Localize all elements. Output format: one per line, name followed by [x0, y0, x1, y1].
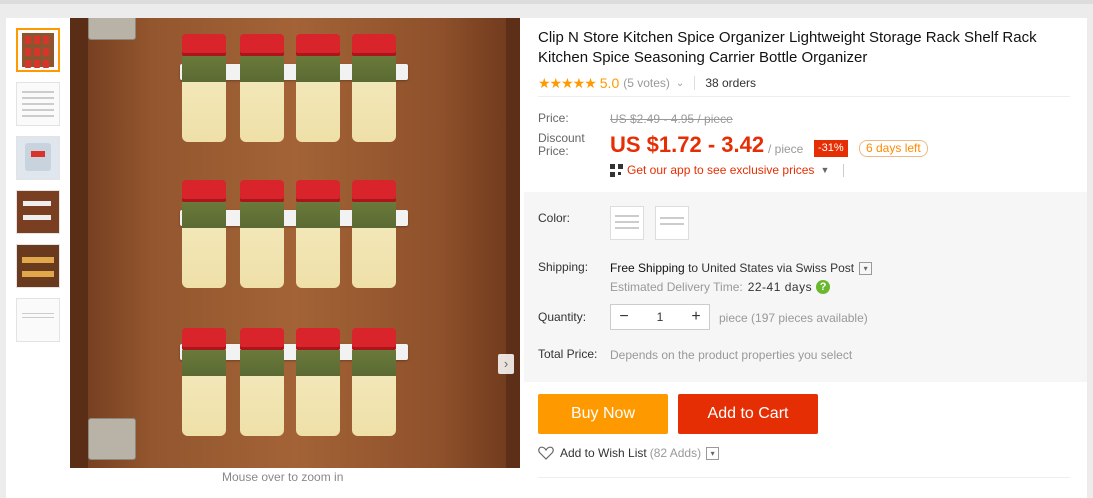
heart-icon — [538, 446, 554, 460]
thumbnail-3[interactable] — [16, 136, 60, 180]
thumbnail-list — [16, 28, 62, 352]
hinge — [88, 418, 136, 460]
spice-jar — [352, 180, 396, 288]
chevron-down-icon[interactable]: ⌄ — [676, 78, 684, 89]
hinge — [88, 18, 136, 40]
eta-label: Estimated Delivery Time: — [610, 280, 743, 294]
caret-down-icon: ▼ — [820, 165, 830, 175]
shipping-dropdown-icon[interactable]: ▾ — [859, 261, 873, 275]
rating-row: ★★★★★ 5.0 (5 votes) ⌄ 38 orders — [538, 74, 1070, 92]
thumbnail-image — [22, 33, 54, 68]
order-count: 38 orders — [705, 76, 757, 90]
product-info: Clip N Store Kitchen Spice Organizer Lig… — [538, 28, 1070, 177]
star-rating-icon: ★★★★★ — [538, 74, 597, 91]
increase-quantity-button[interactable]: + — [683, 308, 709, 326]
discount-badge: -31% — [814, 140, 848, 157]
thumbnail-5[interactable] — [16, 244, 60, 288]
top-strip — [0, 0, 1093, 4]
quantity-label: Quantity: — [538, 310, 587, 324]
spice-jar — [296, 328, 340, 436]
spice-jar — [352, 34, 396, 142]
divider — [538, 477, 1070, 478]
eta-days: 22-41 days — [747, 280, 813, 294]
vote-count[interactable]: (5 votes) — [623, 76, 670, 90]
door-edge — [70, 18, 88, 468]
decrease-quantity-button[interactable]: − — [611, 308, 637, 326]
spice-jar — [182, 34, 226, 142]
app-promo-link[interactable]: Get our app to see exclusive prices ▼ — [610, 163, 845, 177]
total-price-value: Depends on the product properties you se… — [610, 348, 853, 362]
wish-list-link[interactable]: Add to Wish List (82 Adds) ▾ — [538, 446, 720, 460]
days-left-badge: 6 days left — [859, 140, 928, 157]
free-shipping-text: Free Shipping — [610, 261, 685, 275]
divider — [843, 163, 845, 177]
spice-jar — [240, 34, 284, 142]
spice-jar — [182, 328, 226, 436]
spice-jar — [296, 180, 340, 288]
thumbnail-2[interactable] — [16, 82, 60, 126]
wish-count: (82 Adds) — [649, 446, 702, 460]
next-image-arrow-icon[interactable]: › — [498, 354, 514, 374]
shipping-destination: to United States via Swiss Post — [688, 261, 855, 275]
shipping-label: Shipping: — [538, 260, 589, 274]
price-unit: / piece — [768, 142, 804, 156]
discount-label: Discount — [538, 131, 585, 145]
spice-jar — [296, 34, 340, 142]
discount-label-price: Price: — [538, 144, 569, 158]
delivery-estimate: Estimated Delivery Time: 22-41 days ? — [610, 280, 831, 294]
quantity-stepper: − 1 + — [610, 304, 710, 330]
spice-jar — [182, 180, 226, 288]
divider — [538, 96, 1070, 97]
divider — [694, 76, 696, 90]
shipping-info: Free Shipping to United States via Swiss… — [610, 261, 873, 275]
add-to-cart-button[interactable]: Add to Cart — [678, 394, 818, 434]
qr-code-icon — [610, 163, 623, 177]
wish-dropdown-icon[interactable]: ▾ — [706, 446, 720, 460]
spice-jar — [240, 180, 284, 288]
buy-now-button[interactable]: Buy Now — [538, 394, 668, 434]
help-icon[interactable]: ? — [816, 280, 831, 294]
app-promo-text: Get our app to see exclusive prices — [627, 163, 815, 177]
rating-score: 5.0 — [599, 75, 620, 91]
thumbnail-4[interactable] — [16, 190, 60, 234]
product-title: Clip N Store Kitchen Spice Organizer Lig… — [538, 29, 1037, 66]
door-edge — [506, 18, 520, 468]
spice-jar — [352, 328, 396, 436]
color-swatch-1[interactable] — [610, 206, 644, 240]
main-product-image[interactable]: › — [70, 18, 520, 468]
availability-text: piece (197 pieces available) — [719, 311, 868, 325]
quantity-input[interactable]: 1 — [637, 310, 683, 324]
wish-list-label: Add to Wish List — [560, 446, 647, 460]
color-swatch-2[interactable] — [655, 206, 689, 240]
spice-jar — [240, 328, 284, 436]
thumbnail-1[interactable] — [16, 28, 60, 72]
price-label: Price: — [538, 111, 569, 125]
color-label: Color: — [538, 211, 571, 225]
discount-price: US $1.72 - 3.42 — [610, 132, 765, 157]
thumbnail-6[interactable] — [16, 298, 60, 342]
total-price-label: Total Price: — [538, 347, 598, 361]
original-price: US $2.49 - 4.95 / piece — [610, 112, 733, 126]
page: { "product": { "title": "Clip N Store Ki… — [0, 0, 1093, 498]
